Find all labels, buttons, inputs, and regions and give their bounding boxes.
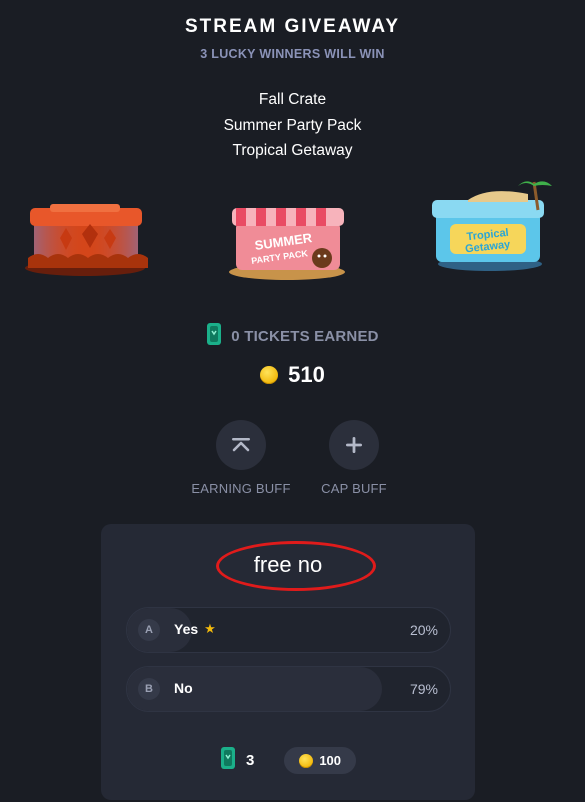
earning-buff-label: EARNING BUFF xyxy=(191,481,291,496)
coin-icon xyxy=(299,753,314,768)
page-title: STREAM GIVEAWAY xyxy=(184,16,401,37)
prize-item: Tropical Getaway xyxy=(232,142,353,159)
cap-buff[interactable]: CAP BUFF xyxy=(299,420,409,496)
option-letter-badge: B xyxy=(138,678,160,700)
prize-list: Fall Crate Summer Party Pack Tropical Ge… xyxy=(0,87,585,164)
page-subtitle: 3 LUCKY WINNERS WILL WIN xyxy=(200,47,385,61)
coin-icon xyxy=(260,366,279,384)
prize-item: Fall Crate xyxy=(258,91,327,108)
tickets-earned: 0 TICKETS EARNED xyxy=(0,322,585,351)
poll-option-label: No xyxy=(174,680,193,696)
poll-option-text: No xyxy=(174,680,193,696)
earning-buff-button[interactable] xyxy=(216,420,266,470)
poll-option-text: Yes xyxy=(174,621,199,637)
poll-option-fill xyxy=(127,667,383,711)
tickets-earned-text: 0 TICKETS EARNED xyxy=(231,328,379,345)
earning-buff[interactable]: EARNING BUFF xyxy=(186,420,296,496)
poll-ticket-count: 3 xyxy=(245,752,255,769)
poll-cost-button[interactable]: 100 xyxy=(284,747,357,774)
poll-question: free no xyxy=(253,552,323,577)
ticket-icon xyxy=(220,746,236,775)
cap-buff-button[interactable] xyxy=(329,420,379,470)
poll-option-percent: 20% xyxy=(409,622,438,638)
poll-footer: 3 100 xyxy=(101,746,475,775)
summer-party-pack-image: SUMMER PARTY PACK xyxy=(222,198,352,283)
cap-buff-label: CAP BUFF xyxy=(321,481,387,496)
chevron-up-bar-icon xyxy=(232,438,250,452)
coin-balance: 510 xyxy=(0,362,585,388)
star-icon: ★ xyxy=(204,621,216,636)
coin-balance-value: 510 xyxy=(288,362,325,387)
poll-option-percent: 79% xyxy=(409,681,438,697)
poll-option-yes[interactable]: A Yes ★ 20% xyxy=(126,607,451,653)
option-letter-badge: A xyxy=(138,619,160,641)
poll-option-no[interactable]: B No 79% xyxy=(126,666,451,712)
tropical-getaway-image: Tropical Getaway xyxy=(428,180,558,275)
poll-panel: free no A Yes ★ 20% B No 79% 3 100 xyxy=(101,524,475,800)
ticket-icon xyxy=(206,322,222,351)
plus-icon xyxy=(346,437,362,453)
fall-crate-image xyxy=(20,198,150,278)
poll-option-label: Yes ★ xyxy=(174,621,216,637)
poll-cost-value: 100 xyxy=(319,753,342,768)
prize-item: Summer Party Pack xyxy=(223,116,362,134)
